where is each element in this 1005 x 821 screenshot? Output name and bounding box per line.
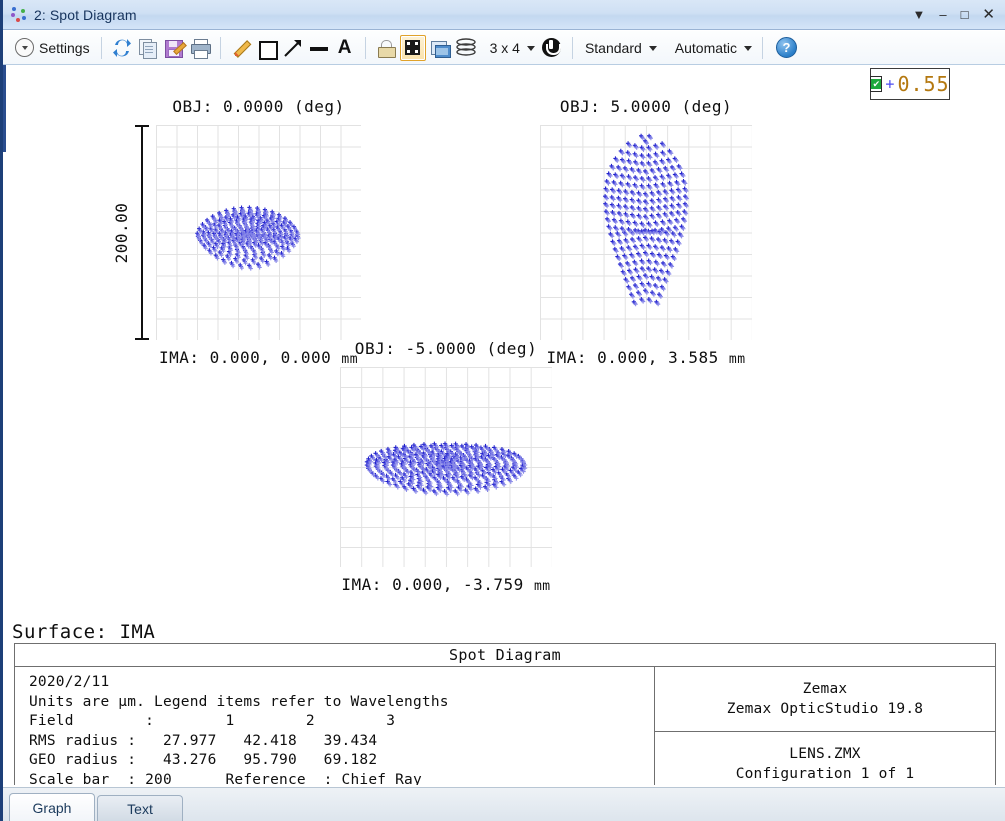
arrow-icon[interactable] <box>281 36 305 60</box>
info-line: Field : 1 2 3 <box>29 712 654 732</box>
badge-plus: + <box>885 75 894 93</box>
tab-text[interactable]: Text <box>97 795 183 821</box>
window-dropdown-button[interactable]: ▼ <box>912 8 925 21</box>
info-line: GEO radius : 43.276 95.790 69.182 <box>29 751 654 771</box>
info-line: RMS radius : 27.977 42.418 39.434 <box>29 732 654 752</box>
settings-button[interactable]: Settings <box>11 38 94 57</box>
pencil-icon[interactable] <box>229 36 253 60</box>
chevron-down-icon <box>744 46 752 51</box>
expand-icon[interactable] <box>400 35 426 61</box>
tab-graph-label: Graph <box>33 800 72 816</box>
chevron-down-icon <box>15 38 34 57</box>
toolbar-separator-3 <box>365 37 366 59</box>
save-icon[interactable] <box>162 36 186 60</box>
scale-dropdown[interactable]: Automatic <box>670 35 755 61</box>
grid-layout-label: 3 x 4 <box>490 40 520 56</box>
reset-icon[interactable] <box>542 38 561 57</box>
panel-2-title: OBJ: 5.0000 (deg) <box>560 97 732 116</box>
spot-diagram-window: 2: Spot Diagram ▼ – □ ✕ Settings <box>0 0 1005 821</box>
panel-2-footer-units: mm <box>729 352 746 367</box>
vendor-cell: Zemax Zemax OpticStudio 19.8 <box>655 667 995 732</box>
info-left-column: 2020/2/11 Units are µm. Legend items ref… <box>15 667 655 785</box>
panel-2-footer-text: IMA: 0.000, 3.585 <box>546 348 718 367</box>
settings-label: Settings <box>39 40 90 56</box>
panel-3-spots <box>340 367 552 567</box>
tab-graph[interactable]: Graph <box>9 793 95 821</box>
panel-1-title: OBJ: 0.0000 (deg) <box>172 97 344 116</box>
chevron-down-icon <box>527 46 535 51</box>
window-controls: ▼ – □ ✕ <box>912 7 995 22</box>
help-icon[interactable]: ? <box>776 37 797 58</box>
panel-1-footer-text: IMA: 0.000, 0.000 <box>159 348 331 367</box>
toolbar: Settings <box>3 31 1005 65</box>
title-bar: 2: Spot Diagram ▼ – □ ✕ <box>3 0 1005 30</box>
file-cell: LENS.ZMX Configuration 1 of 1 <box>655 732 995 785</box>
tab-bar: Graph Text <box>3 787 1005 821</box>
vendor-name: Zemax <box>803 679 848 699</box>
toolbar-separator-1 <box>101 37 102 59</box>
line-icon[interactable] <box>307 36 331 60</box>
panel-2-footer: IMA: 0.000, 3.585 mm <box>546 348 745 367</box>
lock-icon[interactable] <box>374 36 398 60</box>
info-right-column: Zemax Zemax OpticStudio 19.8 LENS.ZMX Co… <box>655 667 995 785</box>
info-line: Scale bar : 200 Reference : Chief Ray <box>29 771 654 786</box>
maximize-button[interactable]: □ <box>961 8 969 21</box>
refresh-icon[interactable] <box>110 36 134 60</box>
info-table-header: Spot Diagram <box>15 644 995 667</box>
grid-layout-dropdown[interactable]: 3 x 4 <box>485 35 538 61</box>
vendor-product: Zemax OpticStudio 19.8 <box>727 699 923 719</box>
style-label: Standard <box>585 40 642 56</box>
window-title: 2: Spot Diagram <box>34 7 137 23</box>
square-icon[interactable] <box>255 36 279 60</box>
close-button[interactable]: ✕ <box>982 7 995 22</box>
panel-3-footer: IMA: 0.000, -3.759 mm <box>341 575 550 594</box>
configuration-label: Configuration 1 of 1 <box>736 764 915 784</box>
chevron-down-icon <box>649 46 657 51</box>
style-dropdown[interactable]: Standard <box>580 35 660 61</box>
plot-canvas: ✔ + 0.55 200.00 OBJ: 0.0000 (deg) IMA: 0… <box>6 65 1005 785</box>
file-name: LENS.ZMX <box>789 744 860 764</box>
spot-panel-3: OBJ: -5.0000 (deg) IMA: 0.000, -3.759 mm <box>340 367 552 567</box>
copy-icon[interactable] <box>136 36 160 60</box>
info-line: Units are µm. Legend items refer to Wave… <box>29 693 654 713</box>
panel-1-footer: IMA: 0.000, 0.000 mm <box>159 348 358 367</box>
info-table: Spot Diagram 2020/2/11 Units are µm. Leg… <box>14 643 996 785</box>
panel-2-spots <box>540 125 752 340</box>
badge-value: 0.55 <box>897 72 949 96</box>
toolbar-separator-4 <box>572 37 573 59</box>
tab-text-label: Text <box>127 801 153 817</box>
toolbar-separator-2 <box>220 37 221 59</box>
scale-bar-label: 200.00 <box>112 202 131 263</box>
toolbar-separator-5 <box>762 37 763 59</box>
spot-diagram-icon <box>10 6 30 24</box>
print-icon[interactable] <box>188 36 212 60</box>
spot-panel-1: OBJ: 0.0000 (deg) IMA: 0.000, 0.000 mm <box>156 125 361 340</box>
info-table-body: 2020/2/11 Units are µm. Legend items ref… <box>15 667 995 785</box>
scale-bar: 200.00 <box>135 125 149 340</box>
text-icon[interactable]: A <box>333 36 357 60</box>
layers-icon[interactable] <box>454 36 478 60</box>
panel-3-title: OBJ: -5.0000 (deg) <box>355 339 537 358</box>
spot-panel-2: OBJ: 5.0000 (deg) IMA: 0.000, 3.585 mm <box>540 125 752 340</box>
scale-label: Automatic <box>675 40 737 56</box>
status-badge[interactable]: ✔ + 0.55 <box>870 68 950 100</box>
checkbox-icon[interactable]: ✔ <box>870 76 882 92</box>
info-line: 2020/2/11 <box>29 673 654 693</box>
surface-label: Surface: IMA <box>12 621 155 643</box>
panel-3-footer-units: mm <box>534 579 551 594</box>
panel-1-spots <box>156 125 361 340</box>
minimize-button[interactable]: – <box>939 8 946 21</box>
panel-3-footer-text: IMA: 0.000, -3.759 <box>341 575 523 594</box>
window-icon[interactable] <box>428 36 452 60</box>
